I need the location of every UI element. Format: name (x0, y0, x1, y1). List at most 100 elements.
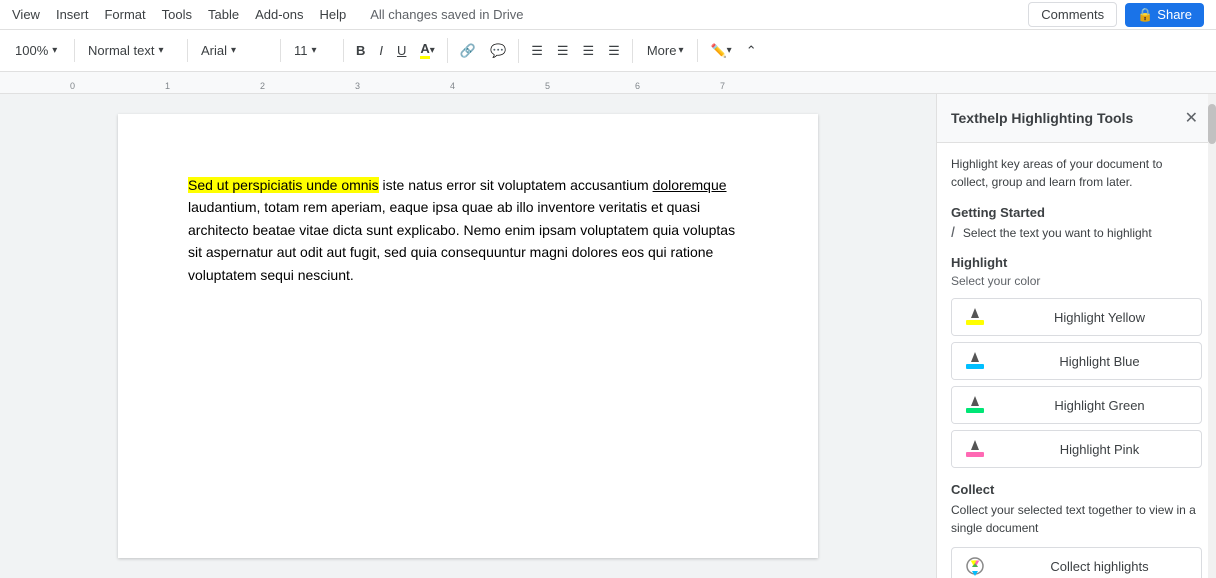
collect-icon (964, 555, 986, 577)
getting-started-item: 𝐼 Select the text you want to highlight (951, 224, 1202, 241)
highlight-section-title: Highlight (951, 255, 1202, 270)
lock-icon: 🔒 (1137, 7, 1153, 23)
align-left-button[interactable]: ☰ (525, 39, 549, 63)
highlight-color-button[interactable]: A ▾ (414, 38, 440, 63)
highlight-blue-label: Highlight Blue (998, 346, 1201, 377)
italic-button[interactable]: I (373, 39, 389, 62)
getting-started-title: Getting Started (951, 205, 1202, 220)
panel-scrollbar-thumb (1208, 104, 1216, 144)
more-chevron-icon: ▾ (678, 45, 683, 56)
pen-group: ✏️ ▾ ⌃ (704, 39, 768, 63)
document-area[interactable]: Sed ut perspiciatis unde omnis iste natu… (0, 94, 936, 578)
align-right-button[interactable]: ☰ (577, 39, 601, 63)
menu-bar: View Insert Format Tools Table Add-ons H… (12, 7, 523, 22)
cursor-icon: 𝐼 (951, 224, 955, 241)
menu-view[interactable]: View (12, 7, 40, 22)
panel-description: Highlight key areas of your document to … (951, 155, 1202, 191)
highlight-a-icon: A (420, 42, 429, 59)
zoom-group: 100% ▾ (8, 39, 75, 62)
highlight-green-icon-box (952, 387, 998, 423)
menu-table[interactable]: Table (208, 7, 239, 22)
size-chevron-icon: ▾ (312, 45, 317, 56)
ruler-mark-5: 5 (545, 81, 550, 91)
getting-started-section: Getting Started 𝐼 Select the text you wa… (951, 205, 1202, 241)
document-paragraph: Sed ut perspiciatis unde omnis iste natu… (188, 174, 748, 286)
menu-format[interactable]: Format (104, 7, 145, 22)
highlighted-text: Sed ut perspiciatis unde omnis (188, 177, 379, 193)
collect-highlights-label: Collect highlights (998, 551, 1201, 578)
share-button[interactable]: 🔒 Share (1125, 3, 1204, 27)
ruler-mark-0: 0 (70, 81, 75, 91)
comment-inline-button[interactable]: 💬 (484, 39, 512, 63)
top-bar: View Insert Format Tools Table Add-ons H… (0, 0, 1216, 30)
highlight-yellow-icon-box (952, 299, 998, 335)
highlight-green-button[interactable]: Highlight Green (951, 386, 1202, 424)
ruler: 0 1 2 3 4 5 6 7 (0, 72, 1216, 94)
pen-icon: ✏️ (710, 43, 726, 59)
highlight-green-icon (964, 394, 986, 416)
document-page: Sed ut perspiciatis unde omnis iste natu… (118, 114, 818, 558)
align-center-button[interactable]: ☰ (551, 39, 575, 63)
link-group: 🔗 💬 (454, 39, 519, 63)
align-group: ☰ ☰ ☰ ☰ (525, 39, 633, 63)
zoom-chevron-icon: ▾ (52, 45, 57, 56)
ruler-mark-7: 7 (720, 81, 725, 91)
collect-description: Collect your selected text together to v… (951, 501, 1202, 537)
right-panel: Texthelp Highlighting Tools ✕ Highlight … (936, 94, 1216, 578)
font-chevron-icon: ▾ (231, 45, 236, 56)
ruler-mark-2: 2 (260, 81, 265, 91)
size-select[interactable]: 11 ▾ (287, 39, 337, 62)
underline-button[interactable]: U (391, 39, 412, 62)
menu-help[interactable]: Help (320, 7, 347, 22)
top-bar-actions: Comments 🔒 Share (1028, 2, 1204, 27)
panel-scrollbar[interactable] (1208, 94, 1216, 578)
format-group: B I U A ▾ (350, 38, 448, 63)
saved-status: All changes saved in Drive (370, 7, 523, 22)
style-select[interactable]: Normal text ▾ (81, 39, 181, 62)
toolbar: 100% ▾ Normal text ▾ Arial ▾ 11 ▾ B I U … (0, 30, 1216, 72)
main-layout: Sed ut perspiciatis unde omnis iste natu… (0, 94, 1216, 578)
link-button[interactable]: 🔗 (454, 39, 482, 63)
document-link[interactable]: doloremque (653, 177, 727, 193)
panel-body: Highlight key areas of your document to … (937, 143, 1216, 578)
comments-button[interactable]: Comments (1028, 2, 1117, 27)
highlight-pink-icon (964, 438, 986, 460)
highlight-green-label: Highlight Green (998, 390, 1201, 421)
size-group: 11 ▾ (287, 39, 344, 62)
text-after-highlight: iste natus error sit voluptatem accusant… (379, 177, 653, 193)
pen-chevron-icon: ▾ (727, 45, 732, 56)
font-select[interactable]: Arial ▾ (194, 39, 274, 62)
menu-addons[interactable]: Add-ons (255, 7, 303, 22)
panel-close-button[interactable]: ✕ (1181, 106, 1202, 130)
more-group: More ▾ (639, 39, 699, 62)
document-body: laudantium, totam rem aperiam, eaque ips… (188, 199, 735, 282)
ruler-mark-4: 4 (450, 81, 455, 91)
ruler-mark-1: 1 (165, 81, 170, 91)
ruler-mark-3: 3 (355, 81, 360, 91)
ruler-mark-6: 6 (635, 81, 640, 91)
collapse-button[interactable]: ⌃ (740, 39, 763, 63)
highlight-yellow-button[interactable]: Highlight Yellow (951, 298, 1202, 336)
highlight-yellow-label: Highlight Yellow (998, 302, 1201, 333)
highlight-blue-icon (964, 350, 986, 372)
more-button[interactable]: More ▾ (639, 39, 692, 62)
collect-highlights-button[interactable]: Collect highlights (951, 547, 1202, 578)
font-group: Arial ▾ (194, 39, 281, 62)
highlight-sub-title: Select your color (951, 274, 1202, 288)
highlight-pink-icon-box (952, 431, 998, 467)
getting-started-text: Select the text you want to highlight (963, 226, 1152, 240)
style-group: Normal text ▾ (81, 39, 188, 62)
zoom-select[interactable]: 100% ▾ (8, 39, 68, 62)
menu-tools[interactable]: Tools (162, 7, 192, 22)
collect-icon-box (952, 548, 998, 578)
style-chevron-icon: ▾ (158, 45, 163, 56)
highlight-blue-button[interactable]: Highlight Blue (951, 342, 1202, 380)
panel-header: Texthelp Highlighting Tools ✕ (937, 94, 1216, 143)
bold-button[interactable]: B (350, 39, 371, 62)
menu-insert[interactable]: Insert (56, 7, 89, 22)
highlight-pink-button[interactable]: Highlight Pink (951, 430, 1202, 468)
collect-section: Collect Collect your selected text toget… (951, 482, 1202, 578)
highlight-chevron-icon: ▾ (430, 45, 435, 56)
pen-button[interactable]: ✏️ ▾ (704, 39, 737, 63)
justify-button[interactable]: ☰ (602, 39, 626, 63)
